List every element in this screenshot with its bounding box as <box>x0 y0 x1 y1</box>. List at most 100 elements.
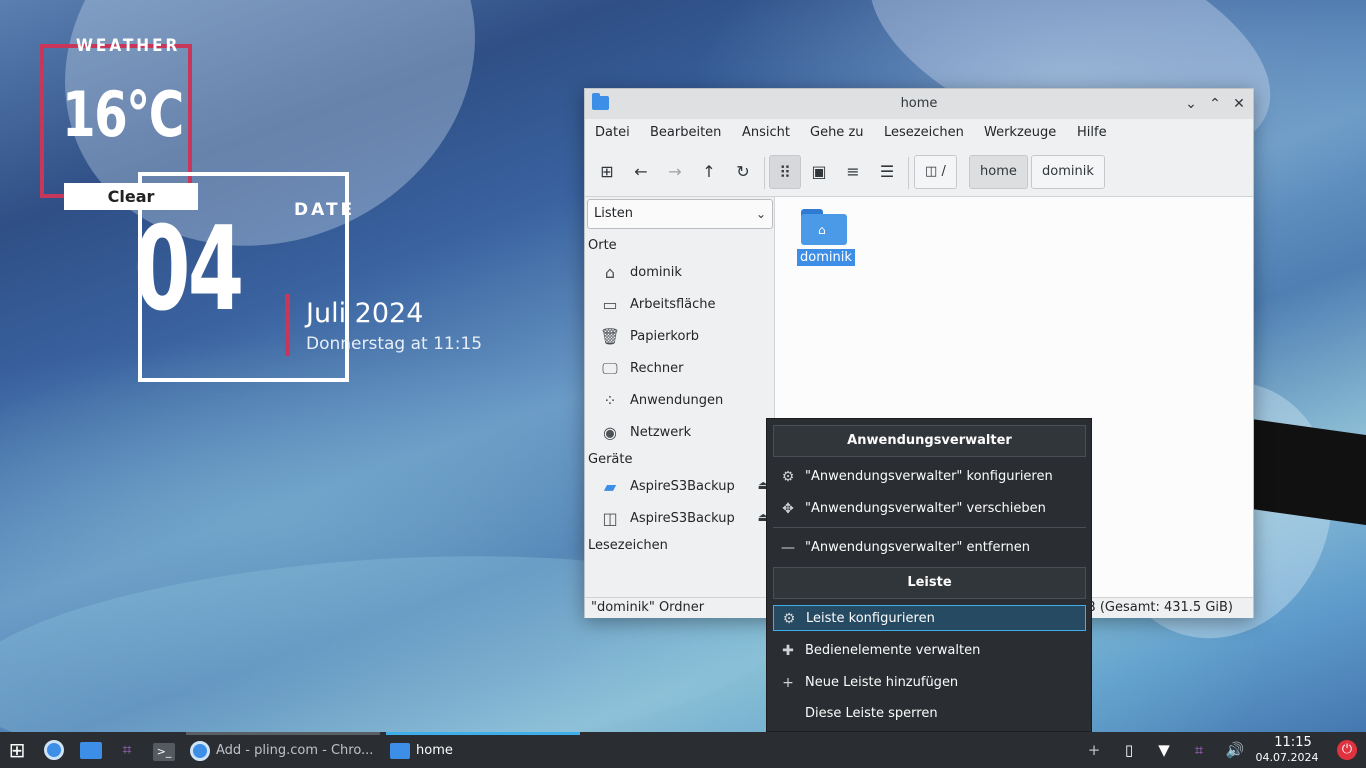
sidebar-item-device-1[interactable]: ▰ AspireS3Backup ⏏ <box>599 473 775 501</box>
window-titlebar[interactable]: home ⌄ ⌃ ✕ <box>585 89 1253 119</box>
taskbar: ⊞ ⌗ >_ Add - pling.com - Chro... home + … <box>0 732 1366 768</box>
add-panel-item[interactable]: + Neue Leiste hinzufügen <box>773 670 1086 696</box>
folder-icon <box>390 743 410 759</box>
toolbar-separator <box>764 157 765 189</box>
menu-bearbeiten[interactable]: Bearbeiten <box>650 125 721 140</box>
forward-arrow-icon[interactable]: → <box>659 155 691 189</box>
breadcrumb-dominik[interactable]: dominik <box>1031 155 1105 189</box>
bookmarks-header: Lesezeichen <box>588 538 668 553</box>
tray-expand-icon[interactable]: + <box>1083 739 1105 761</box>
gear-icon: ⚙ <box>781 469 795 485</box>
gear-icon: ⚙ <box>782 611 796 627</box>
clock-date[interactable]: 04.07.2024 <box>1252 751 1322 764</box>
lock-panel-item[interactable]: Diese Leiste sperren <box>773 701 1086 727</box>
trash-icon: 🗑 <box>599 327 621 346</box>
status-right: B (Gesamt: 431.5 GiB) <box>1086 600 1233 615</box>
menu-section-header: Leiste <box>773 567 1086 599</box>
chrome-icon[interactable] <box>42 739 66 761</box>
desktop-icon: ▭ <box>602 295 618 314</box>
toolbar-separator <box>908 157 909 189</box>
task-chrome[interactable]: Add - pling.com - Chro... <box>186 732 380 768</box>
sidebar-item-label: Papierkorb <box>630 329 700 344</box>
minus-icon: — <box>781 540 795 556</box>
menu-lesezeichen[interactable]: Lesezeichen <box>884 125 964 140</box>
computer-icon: 🖵 <box>602 359 618 378</box>
sidebar-view-select[interactable]: Listen ⌄ <box>587 199 773 229</box>
clock-time[interactable]: 11:15 <box>1258 735 1328 750</box>
sidebar-item-label: AspireS3Backup <box>630 479 735 494</box>
menu-item-label: "Anwendungsverwalter" konfigurieren <box>805 469 1053 484</box>
reload-icon[interactable]: ↻ <box>727 155 759 189</box>
sidebar-item-device-2[interactable]: ◫ AspireS3Backup ⏏ <box>599 505 775 533</box>
sidebar-item-dominik[interactable]: ⌂ dominik <box>599 259 775 287</box>
sidebar-item-label: Arbeitsfläche <box>630 297 716 312</box>
maximize-icon[interactable]: ⌃ <box>1205 94 1225 114</box>
icon-view-icon[interactable]: ⠿ <box>769 155 801 189</box>
date-day: 04 <box>134 202 244 337</box>
breadcrumb-root[interactable]: ◫ / <box>914 155 957 189</box>
terminal-icon[interactable]: >_ <box>152 739 176 761</box>
places-sidebar: Listen ⌄ Orte ⌂ dominik ▭ Arbeitsfläche 🗑 Pa… <box>585 197 775 597</box>
configure-task-manager-item[interactable]: ⚙ "Anwendungsverwalter" konfigurieren <box>773 464 1086 490</box>
manage-widgets-item[interactable]: ✚ Bedienelemente verwalten <box>773 638 1086 664</box>
screenshot-tray-icon[interactable]: ⌗ <box>1188 739 1210 761</box>
menu-werkzeuge[interactable]: Werkzeuge <box>984 125 1056 140</box>
toolbar: ⊞ ← → ↑ ↻ ⠿ ▣ ≡ ☰ ◫ / home dominik <box>585 149 1253 197</box>
menu-item-label: "Anwendungsverwalter" verschieben <box>805 501 1046 516</box>
date-title: DATE <box>294 200 356 220</box>
compact-view-icon[interactable]: ≡ <box>837 155 869 189</box>
screenshot-tool-icon[interactable]: ⌗ <box>115 739 139 761</box>
task-label: home <box>416 743 453 758</box>
plus-icon: + <box>782 675 794 691</box>
network-icon: ◉ <box>603 423 617 442</box>
menu-datei[interactable]: Datei <box>595 125 630 140</box>
file-manager-icon[interactable] <box>79 739 103 761</box>
menu-ansicht[interactable]: Ansicht <box>742 125 790 140</box>
clipboard-icon[interactable]: ▯ <box>1118 739 1140 761</box>
folder-label[interactable]: dominik <box>797 249 855 266</box>
configure-panel-item[interactable]: ⚙ Leiste konfigurieren <box>773 605 1086 631</box>
puzzle-icon: ✚ <box>782 643 794 659</box>
apps-icon: ⁘ <box>603 391 617 410</box>
breadcrumb-root-label: / <box>941 164 946 179</box>
sidebar-item-network[interactable]: ◉ Netzwerk <box>599 419 775 447</box>
menu-hilfe[interactable]: Hilfe <box>1077 125 1107 140</box>
weather-title: WEATHER <box>76 36 181 56</box>
places-header: Orte <box>588 238 617 253</box>
menubar: Datei Bearbeiten Ansicht Gehe zu Lesezei… <box>585 119 1253 147</box>
preview-icon[interactable]: ▣ <box>803 155 835 189</box>
menu-item-label: Diese Leiste sperren <box>805 706 938 721</box>
drive-icon: ◫ <box>925 164 938 179</box>
panel-context-menu: Anwendungsverwalter ⚙ "Anwendungsverwalte… <box>766 418 1092 732</box>
sidebar-view-select-value: Listen <box>594 206 633 221</box>
menu-gehe-zu[interactable]: Gehe zu <box>810 125 864 140</box>
remove-task-manager-item[interactable]: — "Anwendungsverwalter" entfernen <box>773 535 1086 561</box>
weather-temperature: 16°C <box>62 78 184 151</box>
details-view-icon[interactable]: ☰ <box>871 155 903 189</box>
menu-item-label: Leiste konfigurieren <box>806 611 935 626</box>
task-label: Add - pling.com - Chro... <box>216 743 374 758</box>
devices-header: Geräte <box>588 452 633 467</box>
sidebar-item-desktop[interactable]: ▭ Arbeitsfläche <box>599 291 775 319</box>
new-tab-icon[interactable]: ⊞ <box>591 155 623 189</box>
move-task-manager-item[interactable]: ✥ "Anwendungsverwalter" verschieben <box>773 496 1086 522</box>
volume-icon[interactable]: 🔊 <box>1224 739 1246 761</box>
back-arrow-icon[interactable]: ← <box>625 155 657 189</box>
wifi-icon[interactable]: ▼ <box>1153 739 1175 761</box>
app-launcher-icon[interactable]: ⊞ <box>5 739 29 761</box>
sidebar-item-trash[interactable]: 🗑 Papierkorb <box>599 323 775 351</box>
window-title: home <box>900 96 938 111</box>
date-accent-bar <box>285 294 290 356</box>
power-icon[interactable]: ⏻ <box>1337 740 1357 760</box>
home-folder-icon[interactable]: ⌂ <box>801 209 847 245</box>
close-icon[interactable]: ✕ <box>1229 94 1249 114</box>
sidebar-item-label: AspireS3Backup <box>630 511 735 526</box>
date-subtitle: Donnerstag at 11:15 <box>306 334 483 354</box>
task-home[interactable]: home <box>386 732 580 768</box>
sidebar-item-computer[interactable]: 🖵 Rechner <box>599 355 775 383</box>
menu-separator <box>773 527 1086 528</box>
breadcrumb-home[interactable]: home <box>969 155 1028 189</box>
up-arrow-icon[interactable]: ↑ <box>693 155 725 189</box>
minimize-icon[interactable]: ⌄ <box>1181 94 1201 114</box>
sidebar-item-applications[interactable]: ⁘ Anwendungen <box>599 387 775 415</box>
